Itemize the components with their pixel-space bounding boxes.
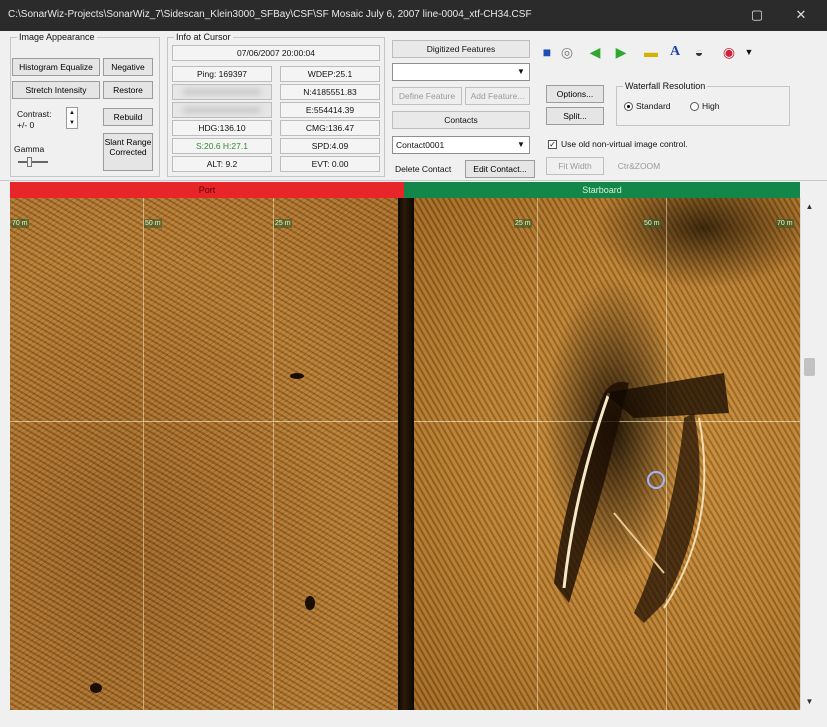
digitized-features-header: Digitized Features — [392, 40, 530, 58]
fit-width-button[interactable]: Fit Width — [546, 157, 604, 175]
negative-button[interactable]: Negative — [103, 58, 153, 76]
scroll-down-icon[interactable]: ▼ — [801, 697, 818, 706]
target-icon[interactable]: ◉ — [720, 43, 738, 61]
nadir-gap — [398, 198, 414, 710]
contacts-header: Contacts — [392, 111, 530, 129]
contrast-spinner[interactable]: ▲ ▼ — [66, 107, 78, 129]
vertical-scrollbar[interactable]: ▲ ▼ — [800, 198, 817, 710]
ctr-zoom-button[interactable]: Ctr&ZOOM — [610, 157, 668, 175]
range-label: 25 m — [514, 219, 532, 228]
gamma-label: Gamma — [14, 144, 45, 154]
standard-radio[interactable]: Standard — [624, 101, 671, 112]
cursor-cmg: CMG:136.47 — [280, 120, 380, 136]
contact-combo[interactable]: Contact0001 ▼ — [392, 136, 530, 154]
digitized-features-combo[interactable]: ▼ — [392, 63, 530, 81]
starboard-waterfall-image[interactable] — [414, 198, 800, 710]
dropdown-icon[interactable]: ▼ — [740, 43, 758, 61]
cursor-speed: SPD:4.09 — [280, 138, 380, 154]
cursor-heading: HDG:136.10 — [172, 120, 272, 136]
cursor-redacted-2 — [172, 102, 272, 118]
tape-icon[interactable]: ▬ — [642, 43, 660, 61]
image-appearance-title: Image Appearance — [17, 32, 97, 42]
delete-contact-label[interactable]: Delete Contact — [395, 164, 451, 174]
cursor-easting: E:554414.39 — [280, 102, 380, 118]
use-old-control-checkbox[interactable]: ✓ Use old non-virtual image control. — [548, 139, 688, 150]
starboard-header: Starboard — [404, 182, 800, 198]
add-feature-button[interactable]: Add Feature... — [465, 87, 530, 105]
gamma-slider-thumb[interactable] — [27, 157, 32, 167]
maximize-button[interactable]: ▢ — [745, 5, 769, 25]
cursor-redacted-1 — [172, 84, 272, 100]
port-target — [90, 683, 102, 693]
cursor-event: EVT: 0.00 — [280, 156, 380, 172]
range-label: 70 m — [776, 219, 794, 228]
split-button[interactable]: Split... — [546, 107, 604, 125]
options-button[interactable]: Options... — [546, 85, 604, 103]
scrollbar-thumb[interactable] — [804, 358, 815, 376]
range-label: 50 m — [643, 219, 661, 228]
cursor-wdep: WDEP:25.1 — [280, 66, 380, 82]
forward-arrow-icon[interactable]: ▶ — [612, 43, 630, 61]
high-label: High — [702, 101, 720, 111]
slant-range-toggle[interactable]: Slant Range Corrected — [103, 133, 153, 171]
status-bar — [0, 712, 827, 727]
window-title: C:\SonarWiz-Projects\SonarWiz_7\Sidescan… — [8, 9, 532, 20]
waterfall-resolution-title: Waterfall Resolution — [623, 81, 708, 91]
cursor-ping: Ping: 169397 — [172, 66, 272, 82]
contrast-label: Contrast: — [17, 109, 52, 119]
range-label: 50 m — [144, 219, 162, 228]
cursor-altitude: ALT: 9.2 — [172, 156, 272, 172]
high-radio[interactable]: High — [690, 101, 720, 112]
define-feature-button[interactable]: Define Feature — [392, 87, 462, 105]
cursor-datetime: 07/06/2007 20:00:04 — [172, 45, 380, 61]
cursor-northing: N:4185551.83 — [280, 84, 380, 100]
close-button[interactable]: ✕ — [789, 5, 813, 25]
range-label: 70 m — [11, 219, 29, 228]
range-label: 25 m — [274, 219, 292, 228]
port-waterfall-image[interactable] — [10, 198, 398, 710]
edit-contact-button[interactable]: Edit Contact... — [465, 160, 535, 178]
contrast-value: +/- 0 — [17, 120, 35, 130]
restore-button[interactable]: Restore — [103, 81, 153, 99]
control-panel: Image Appearance Histogram Equalize Nega… — [0, 31, 827, 181]
port-target — [290, 373, 304, 379]
cursor-slant: S:20.6 H:27.1 — [172, 138, 272, 154]
port-header: Port — [10, 182, 404, 198]
standard-label: Standard — [636, 101, 671, 111]
title-bar: C:\SonarWiz-Projects\SonarWiz_7\Sidescan… — [0, 0, 827, 31]
shipwreck-image — [554, 373, 729, 623]
histogram-equalize-button[interactable]: Histogram Equalize — [12, 58, 100, 76]
globe-icon[interactable]: ◒ — [690, 43, 708, 61]
rebuild-button[interactable]: Rebuild — [103, 108, 153, 126]
back-arrow-icon[interactable]: ◀ — [586, 43, 604, 61]
stretch-intensity-button[interactable]: Stretch Intensity — [12, 81, 100, 99]
port-target — [305, 596, 315, 610]
save-icon[interactable]: ■ — [538, 43, 556, 61]
use-old-control-label: Use old non-virtual image control. — [561, 139, 688, 149]
scroll-up-icon[interactable]: ▲ — [801, 202, 818, 211]
text-icon[interactable]: A — [666, 43, 684, 61]
info-at-cursor-title: Info at Cursor — [174, 32, 233, 42]
disk-icon[interactable]: ◎ — [558, 43, 576, 61]
gamma-slider-track[interactable] — [18, 161, 48, 163]
